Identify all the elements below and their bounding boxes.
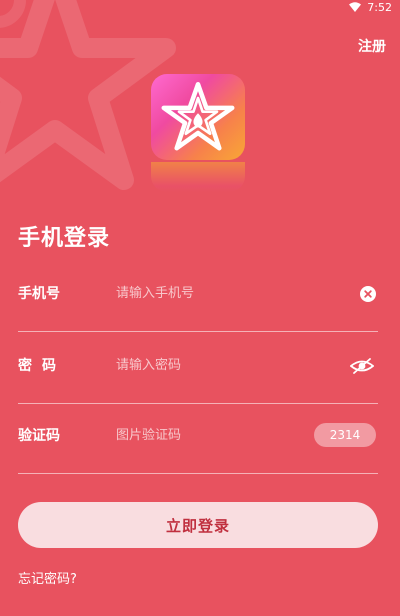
phone-input[interactable]	[116, 279, 316, 307]
captcha-row: 验证码 2314	[18, 401, 378, 474]
password-row: 密码	[18, 331, 378, 404]
logo-reflection	[151, 162, 245, 192]
star-flame-logo-icon	[151, 74, 245, 160]
captcha-label: 验证码	[18, 428, 60, 444]
register-link[interactable]: 注册	[358, 36, 386, 56]
phone-label: 手机号	[18, 286, 60, 302]
status-bar: 7:52	[349, 0, 392, 14]
password-input[interactable]	[116, 351, 316, 379]
phone-row: 手机号	[18, 259, 378, 332]
eye-hide-icon[interactable]	[350, 357, 374, 375]
page-title: 手机登录	[18, 226, 111, 251]
password-label: 密码	[18, 358, 66, 374]
clear-icon[interactable]	[360, 286, 376, 302]
wifi-icon	[349, 2, 362, 12]
captcha-input[interactable]	[116, 421, 316, 449]
login-button[interactable]: 立即登录	[18, 502, 378, 548]
captcha-image[interactable]: 2314	[314, 423, 376, 447]
status-time: 7:52	[367, 0, 392, 14]
app-logo	[151, 74, 245, 194]
forgot-password-link[interactable]: 忘记密码?	[18, 568, 77, 587]
